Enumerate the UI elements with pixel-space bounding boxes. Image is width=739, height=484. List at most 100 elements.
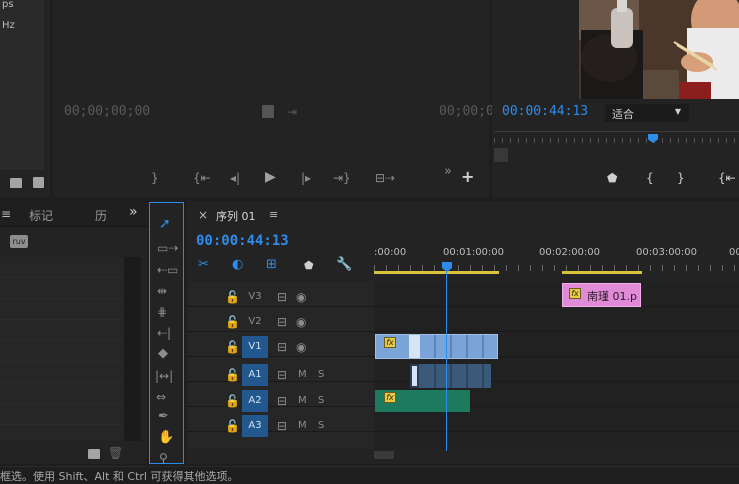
playhead-line[interactable] bbox=[446, 271, 447, 451]
slide-tool-icon[interactable]: ⇔ bbox=[156, 390, 166, 404]
rolling-edit-tool-icon[interactable]: ⋕ bbox=[157, 305, 167, 319]
trash-icon[interactable]: 🗑 bbox=[108, 446, 123, 460]
work-area-bar[interactable] bbox=[562, 271, 642, 274]
markers-scrollbar[interactable] bbox=[124, 257, 141, 441]
razor-tool-icon[interactable]: ◆ bbox=[158, 347, 168, 361]
tab-markers[interactable]: 标记 bbox=[29, 207, 53, 224]
source-timecode-in[interactable]: 00;00;00;00 bbox=[64, 104, 150, 119]
mark-out-icon[interactable]: } bbox=[677, 171, 685, 185]
sync-lock-icon[interactable]: ⊟ bbox=[277, 340, 287, 354]
file-badge-label: ruv bbox=[12, 237, 26, 246]
timeline-scrollbar[interactable] bbox=[374, 451, 394, 459]
solo-button[interactable]: S bbox=[318, 394, 324, 408]
step-back-icon[interactable]: ◂| bbox=[230, 171, 240, 185]
eye-icon[interactable]: ◉ bbox=[296, 340, 306, 354]
lock-icon[interactable]: 🔓 bbox=[225, 394, 240, 408]
overwrite-clip-icon[interactable]: ⊟⇢ bbox=[375, 171, 395, 185]
clip-frame-dividers bbox=[420, 364, 490, 388]
mark-in-icon[interactable]: { bbox=[646, 171, 654, 185]
source-add-button-icon[interactable]: + bbox=[461, 169, 474, 185]
clip-highlight-segment bbox=[409, 335, 420, 358]
mute-button[interactable]: M bbox=[298, 368, 307, 382]
go-to-in-icon[interactable]: {⇤ bbox=[193, 171, 211, 185]
track-label[interactable]: A3 bbox=[242, 415, 268, 437]
zoom-level-value: 适合 bbox=[612, 108, 634, 121]
sync-lock-icon[interactable]: ⊟ bbox=[277, 419, 287, 433]
sync-lock-icon[interactable]: ⊟ bbox=[277, 290, 287, 304]
track-label[interactable]: V1 bbox=[242, 336, 268, 358]
insert-sequence-nest-icon[interactable]: ⊞ bbox=[266, 258, 277, 272]
time-ruler[interactable]: :00:00 00:01:00:00 00:02:00:00 00:03:00:… bbox=[374, 241, 739, 275]
eye-icon[interactable]: ◉ bbox=[296, 315, 306, 329]
track-row-a2: 🔓 A2 ⊟ M S bbox=[187, 390, 374, 412]
new-bin-folder-icon[interactable] bbox=[10, 178, 22, 188]
track-label[interactable]: A1 bbox=[242, 364, 268, 386]
wrench-settings-icon[interactable]: 🔧 bbox=[336, 258, 352, 272]
step-forward-icon[interactable]: |▸ bbox=[301, 171, 311, 185]
snap-icon[interactable]: ✂ bbox=[198, 258, 209, 272]
selection-tool-icon[interactable]: ➚ bbox=[159, 217, 171, 231]
insert-icon[interactable]: ⇥ bbox=[287, 105, 297, 119]
new-bin-folder-icon[interactable] bbox=[88, 449, 100, 459]
solo-button[interactable]: S bbox=[318, 419, 324, 433]
zoom-tool-icon[interactable]: ⚲ bbox=[159, 451, 168, 465]
track-select-backward-icon[interactable]: ⇠▭ bbox=[157, 263, 178, 277]
work-area-bar[interactable] bbox=[374, 271, 499, 274]
add-marker-icon[interactable]: ⬟ bbox=[304, 259, 314, 273]
lock-icon[interactable]: 🔓 bbox=[225, 340, 240, 354]
lock-icon[interactable]: 🔓 bbox=[225, 419, 240, 433]
timeline-timecode[interactable]: 00:00:44:13 bbox=[196, 233, 289, 249]
slip-tool-icon[interactable]: |↔| bbox=[155, 369, 173, 383]
sync-lock-icon[interactable]: ⊟ bbox=[277, 315, 287, 329]
track-label[interactable]: V2 bbox=[242, 312, 268, 332]
ripple-edit-tool-icon[interactable]: ⇹ bbox=[157, 284, 167, 298]
source-more-icon[interactable]: » bbox=[444, 165, 452, 179]
video-clip-v1[interactable]: fx bbox=[375, 334, 498, 359]
program-timecode[interactable]: 00:00:44:13 bbox=[502, 104, 588, 119]
program-monitor: 00:00:44:13 适合 ▼ ⬟ { } {⇤ bbox=[492, 0, 739, 197]
ruler-label: 00:03:00:00 bbox=[636, 247, 698, 258]
panel-more-icon[interactable]: » bbox=[129, 204, 138, 220]
track-select-forward-icon[interactable]: ▭⇢ bbox=[157, 241, 178, 255]
sync-lock-icon[interactable]: ⊟ bbox=[277, 368, 287, 382]
lock-icon[interactable]: 🔓 bbox=[225, 368, 240, 382]
project-panel: ps Hz bbox=[0, 0, 50, 197]
linked-selection-icon[interactable]: ◐ bbox=[232, 258, 243, 272]
mute-button[interactable]: M bbox=[298, 394, 307, 408]
program-video-frame bbox=[579, 0, 739, 99]
mute-button[interactable]: M bbox=[298, 419, 307, 433]
image-clip[interactable]: fx 南瑾 01.p bbox=[562, 283, 641, 307]
track-label[interactable]: A2 bbox=[242, 390, 268, 412]
close-sequence-icon[interactable]: × bbox=[198, 208, 208, 222]
program-time-ruler[interactable] bbox=[494, 131, 739, 148]
audio-clip-a2[interactable]: fx bbox=[375, 390, 470, 412]
hand-tool-icon[interactable]: ✋ bbox=[158, 431, 174, 445]
audio-clip-a1[interactable] bbox=[410, 364, 491, 388]
export-frame-icon[interactable] bbox=[262, 105, 274, 118]
play-icon[interactable]: ▶ bbox=[265, 170, 276, 184]
solo-button[interactable]: S bbox=[318, 368, 324, 382]
source-monitor: 00;00;00;00 ⇥ 00;00;0 } {⇤ ◂| ▶ |▸ ⇥} ⊟⇢… bbox=[53, 0, 494, 197]
lock-icon[interactable]: 🔓 bbox=[225, 315, 240, 329]
zoom-level-select[interactable]: 适合 ▼ bbox=[605, 104, 689, 122]
tab-history[interactable]: 历 bbox=[95, 207, 107, 224]
new-item-icon[interactable] bbox=[33, 177, 44, 188]
sequence-tab[interactable]: 序列 01 bbox=[216, 208, 256, 224]
track-label[interactable]: V3 bbox=[242, 287, 268, 307]
sync-lock-icon[interactable]: ⊟ bbox=[277, 394, 287, 408]
sequence-menu-icon[interactable]: ≡ bbox=[269, 208, 278, 221]
track-row-v1: 🔓 V1 ⊟ ◉ bbox=[187, 336, 374, 358]
eye-icon[interactable]: ◉ bbox=[296, 290, 306, 304]
pen-tool-icon[interactable]: ✒ bbox=[158, 410, 169, 424]
panel-menu-icon[interactable]: ≡ bbox=[1, 207, 11, 221]
track-row-v3: 🔓 V3 ⊟ ◉ bbox=[187, 287, 374, 307]
ruler-label: :00:00 bbox=[374, 247, 407, 258]
rate-stretch-tool-icon[interactable]: ⇠| bbox=[157, 326, 171, 340]
add-marker-icon[interactable]: ⬟ bbox=[607, 171, 617, 185]
track-row-a1: 🔓 A1 ⊟ M S bbox=[187, 364, 374, 386]
program-scrollbar[interactable] bbox=[494, 148, 508, 162]
go-to-in-icon[interactable]: {⇤ bbox=[718, 171, 736, 185]
mark-out-icon[interactable]: } bbox=[151, 171, 159, 185]
go-to-out-icon[interactable]: ⇥} bbox=[333, 171, 351, 185]
lock-icon[interactable]: 🔓 bbox=[225, 290, 240, 304]
